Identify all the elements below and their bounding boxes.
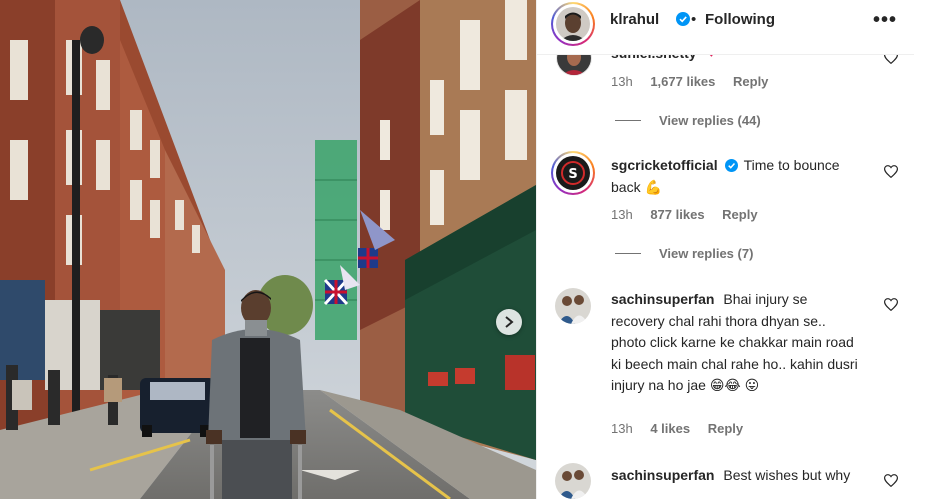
chevron-right-icon (505, 316, 514, 328)
replies-divider (615, 120, 641, 121)
view-replies-label: View replies (44) (659, 113, 761, 128)
comment-avatar-sachinsuperfan[interactable] (555, 288, 591, 324)
heart-outline-icon[interactable] (884, 474, 898, 487)
comment-avatar-sachinsuperfan[interactable] (555, 463, 591, 499)
street-photo-image (0, 0, 536, 499)
comment-sgcricket: sgcricketofficial Time to bounce back 💪 (611, 155, 861, 198)
post-photo (0, 0, 536, 499)
more-options-icon[interactable]: ••• (873, 9, 897, 32)
comment-likes[interactable]: 1,677 likes (650, 74, 715, 89)
replies-divider (615, 253, 641, 254)
view-replies-button[interactable]: View replies (44) (615, 113, 761, 128)
heart-outline-icon[interactable] (884, 298, 898, 311)
avatar (556, 7, 590, 41)
comment-time: 13h (611, 207, 633, 222)
svg-text:S: S (568, 167, 577, 182)
post-username[interactable]: klrahul (610, 11, 659, 28)
comment-sachinsuperfan-2: sachinsuperfan Best wishes but why (611, 465, 881, 487)
reply-button[interactable]: Reply (733, 74, 768, 89)
story-ring[interactable] (551, 2, 595, 46)
comment-meta: 13h 4 likes Reply (611, 421, 757, 436)
comment-username[interactable]: sachinsuperfan (611, 291, 714, 307)
comment-likes[interactable]: 4 likes (650, 421, 690, 436)
comment-meta: 13h 877 likes Reply (611, 207, 772, 222)
comment-time: 13h (611, 74, 633, 89)
verified-badge-icon (724, 159, 738, 172)
post-header: klrahul • Following ••• (537, 0, 914, 55)
comment-avatar-sgcricket[interactable]: S (551, 151, 595, 195)
header-separator: • (691, 11, 697, 28)
view-replies-label: View replies (7) (659, 246, 754, 261)
comment-username[interactable]: sgcricketofficial (611, 157, 718, 173)
reply-button[interactable]: Reply (708, 421, 743, 436)
heart-outline-icon[interactable] (884, 165, 898, 178)
view-replies-button[interactable]: View replies (7) (615, 246, 753, 261)
next-photo-button[interactable] (496, 309, 522, 335)
reply-button[interactable]: Reply (722, 207, 757, 222)
following-button[interactable]: Following (705, 11, 775, 28)
comment-likes[interactable]: 877 likes (650, 207, 704, 222)
comment-body: Best wishes but why (723, 467, 851, 483)
comment-meta: 13h 1,677 likes Reply (611, 74, 782, 89)
comments-panel: klrahul • Following ••• suniel.shetty ❤ … (536, 0, 914, 499)
verified-badge-icon (676, 12, 690, 26)
comment-time: 13h (611, 421, 633, 436)
comment-sachinsuperfan: sachinsuperfan Bhai injury se recovery c… (611, 289, 861, 397)
comment-username[interactable]: sachinsuperfan (611, 467, 714, 483)
right-margin (913, 0, 937, 499)
